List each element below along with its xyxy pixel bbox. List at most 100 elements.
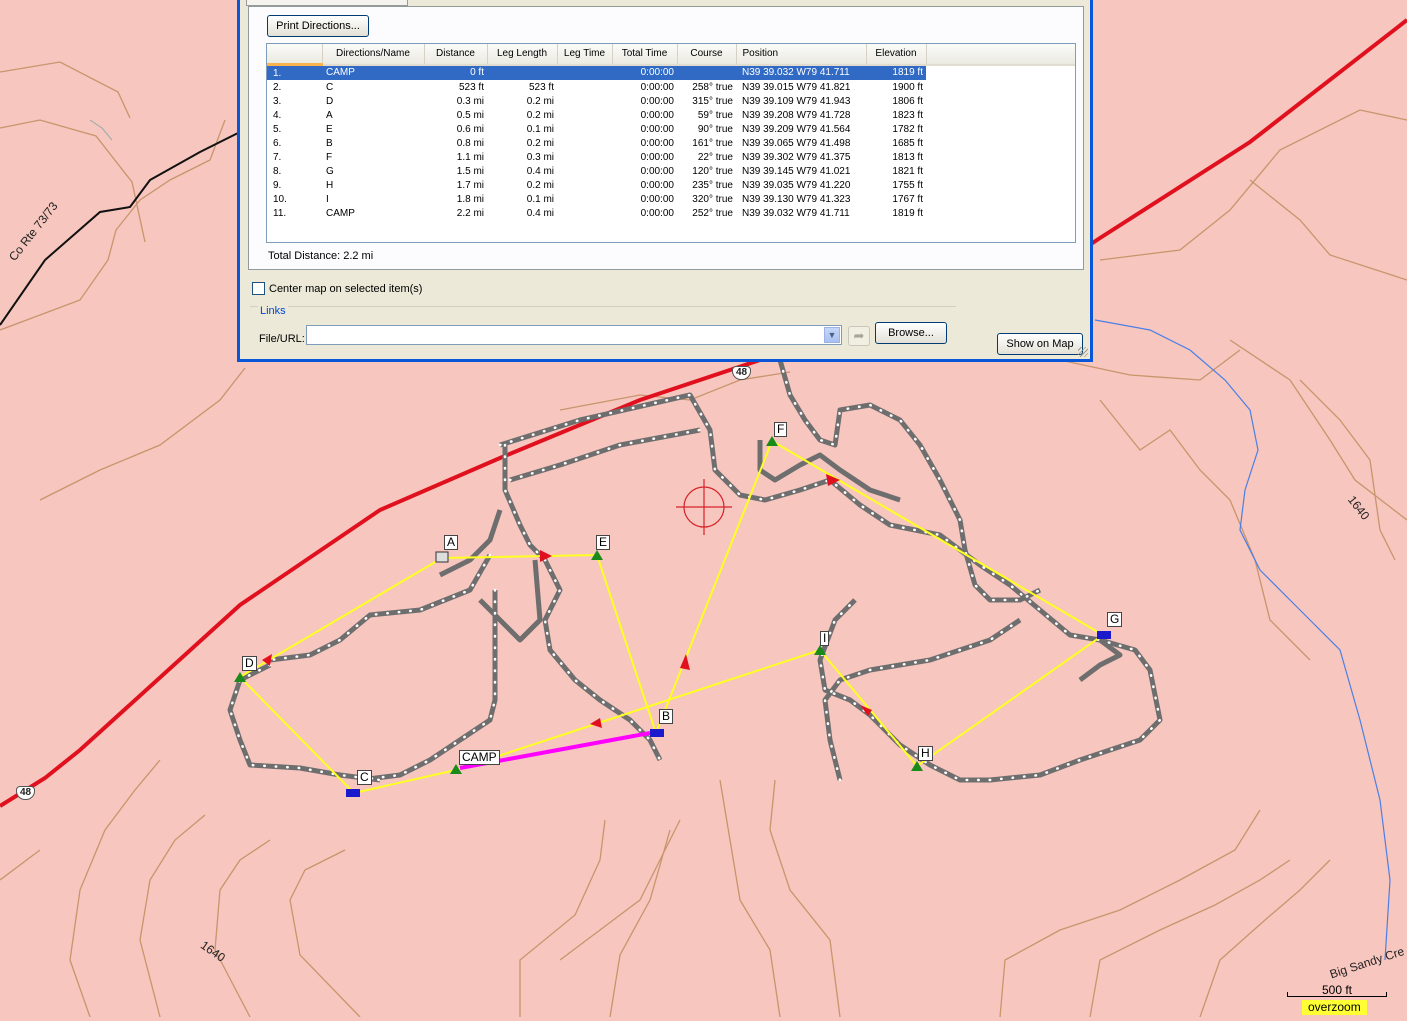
column-header-elevation[interactable]: Elevation (866, 44, 927, 66)
cell-filler (926, 164, 1075, 178)
column-header-leg-length[interactable]: Leg Length (487, 44, 558, 66)
cell-course: 59° true (697, 109, 733, 121)
waypoint-label-f[interactable]: F (774, 422, 788, 437)
directions-dialog: Print Directions... Directions/Name Dist… (237, 0, 1093, 362)
center-map-option[interactable]: Center map on selected item(s) (252, 282, 422, 295)
cell-distance: 1.8 mi (456, 193, 484, 205)
cell-course: 258° true (692, 81, 733, 93)
cell-leg-length: 0.4 mi (526, 165, 554, 177)
cell-name: G (326, 165, 334, 177)
column-header-index[interactable] (267, 44, 323, 66)
cell-filler (926, 178, 1075, 192)
overzoom-indicator: overzoom (1302, 1000, 1367, 1015)
browse-button[interactable]: Browse... (875, 322, 947, 344)
cell-position: N39 39.032 W79 41.711 (742, 207, 850, 219)
cell-filler (926, 206, 1075, 220)
table-row[interactable]: 11. CAMP 2.2 mi 0.4 mi 0:00:00 252° true N39 3… (267, 206, 1075, 220)
waypoint-label-d[interactable]: D (242, 656, 257, 671)
column-header-course[interactable]: Course (677, 44, 737, 66)
cell-distance: 0.3 mi (456, 95, 484, 107)
cell-leg-time (557, 108, 612, 122)
cell-leg-length: 0.2 mi (526, 95, 554, 107)
cell-filler (926, 136, 1075, 150)
cell-num: 8. (273, 165, 282, 177)
cell-distance: 0.5 mi (456, 109, 484, 121)
links-legend: Links (258, 305, 288, 317)
cell-total-time: 0:00:00 (640, 193, 674, 205)
table-row[interactable]: 1. CAMP 0 ft 0:00:00 N39 39.032 W79 41.711 18… (267, 64, 1075, 80)
go-arrow-icon[interactable]: ➦ (848, 326, 870, 346)
cell-filler (926, 64, 1075, 80)
cell-filler (926, 108, 1075, 122)
cell-total-time: 0:00:00 (640, 109, 674, 121)
cell-num: 11. (273, 207, 287, 219)
cell-leg-time (557, 164, 612, 178)
cell-position: N39 39.208 W79 41.728 (742, 109, 851, 121)
chevron-down-icon[interactable]: ▼ (824, 327, 840, 343)
cell-course: 90° true (697, 123, 733, 135)
cell-name: B (326, 137, 333, 149)
table-row[interactable]: 6. B 0.8 mi 0.2 mi 0:00:00 161° true N39 39.06… (267, 136, 1075, 150)
cell-elevation: 1806 ft (892, 95, 923, 107)
cell-elevation: 1823 ft (892, 109, 923, 121)
cell-leg-time (557, 192, 612, 206)
directions-list[interactable]: Directions/Name Distance Leg Length Leg … (266, 43, 1076, 243)
cell-filler (926, 94, 1075, 108)
center-map-checkbox[interactable] (252, 282, 265, 295)
cell-position: N39 39.130 W79 41.323 (742, 193, 851, 205)
waypoint-label-h[interactable]: H (918, 746, 933, 761)
cell-filler (926, 80, 1075, 94)
cell-num: 6. (273, 137, 282, 149)
column-header-leg-time[interactable]: Leg Time (557, 44, 613, 66)
cell-total-time: 0:00:00 (640, 137, 674, 149)
cell-distance: 523 ft (458, 81, 484, 93)
cell-distance: 2.2 mi (456, 207, 484, 219)
column-header-distance[interactable]: Distance (424, 44, 488, 66)
cell-leg-time (557, 94, 612, 108)
trail-lines (227, 359, 1163, 783)
show-on-map-button[interactable]: Show on Map (997, 333, 1083, 355)
cell-course: 22° true (697, 151, 733, 163)
cell-leg-length (487, 64, 557, 80)
cell-course: 315° true (692, 95, 733, 107)
table-row[interactable]: 8. G 1.5 mi 0.4 mi 0:00:00 120° true N39 39.14… (267, 164, 1075, 178)
waypoint-label-e[interactable]: E (596, 535, 611, 550)
table-row[interactable]: 7. F 1.1 mi 0.3 mi 0:00:00 22° true N39 39.302… (267, 150, 1075, 164)
cell-position: N39 39.015 W79 41.821 (742, 81, 851, 93)
waypoint-label-camp[interactable]: CAMP (459, 750, 500, 765)
column-header-total-time[interactable]: Total Time (612, 44, 678, 66)
cell-leg-time (557, 206, 612, 220)
cell-name: C (326, 81, 334, 93)
cell-position: N39 39.209 W79 41.564 (742, 123, 851, 135)
cell-course: 320° true (692, 193, 733, 205)
table-row[interactable]: 2. C 523 ft 523 ft 0:00:00 258° true N39 39.01… (267, 80, 1075, 94)
waypoint-label-i[interactable]: I (820, 631, 830, 646)
file-url-label: File/URL: (259, 333, 305, 345)
cell-leg-length: 0.2 mi (526, 137, 554, 149)
cell-name: A (326, 109, 333, 121)
cell-position: N39 39.145 W79 41.021 (742, 165, 851, 177)
file-url-input[interactable] (306, 325, 842, 345)
cell-distance: 1.5 mi (456, 165, 484, 177)
cell-leg-length: 0.2 mi (526, 109, 554, 121)
table-row[interactable]: 3. D 0.3 mi 0.2 mi 0:00:00 315° true N39 39.10… (267, 94, 1075, 108)
cell-num: 3. (273, 95, 282, 107)
waypoint-label-a[interactable]: A (444, 535, 459, 550)
print-directions-button[interactable]: Print Directions... (267, 15, 369, 37)
table-row[interactable]: 5. E 0.6 mi 0.1 mi 0:00:00 90° true N39 39.209… (267, 122, 1075, 136)
waypoint-label-c[interactable]: C (357, 770, 372, 785)
waypoint-label-b[interactable]: B (659, 709, 674, 724)
links-group: Links File/URL: ▼ ➦ (250, 305, 956, 351)
waypoint-label-g[interactable]: G (1107, 612, 1123, 627)
cell-elevation: 1819 ft (892, 207, 923, 219)
cell-num: 1. (267, 64, 322, 80)
table-header-row: Directions/Name Distance Leg Length Leg … (267, 44, 1075, 66)
table-row[interactable]: 9. H 1.7 mi 0.2 mi 0:00:00 235° true N39 39.03… (267, 178, 1075, 192)
column-header-position[interactable]: Position (736, 44, 867, 66)
cell-name: I (326, 193, 329, 205)
resize-grip-icon[interactable] (1078, 347, 1088, 357)
table-row[interactable]: 10. I 1.8 mi 0.1 mi 0:00:00 320° true N39 39.1… (267, 192, 1075, 206)
table-row[interactable]: 4. A 0.5 mi 0.2 mi 0:00:00 59° true N39 39.208… (267, 108, 1075, 122)
column-header-name[interactable]: Directions/Name (322, 44, 425, 66)
cell-position: N39 39.109 W79 41.943 (742, 95, 851, 107)
